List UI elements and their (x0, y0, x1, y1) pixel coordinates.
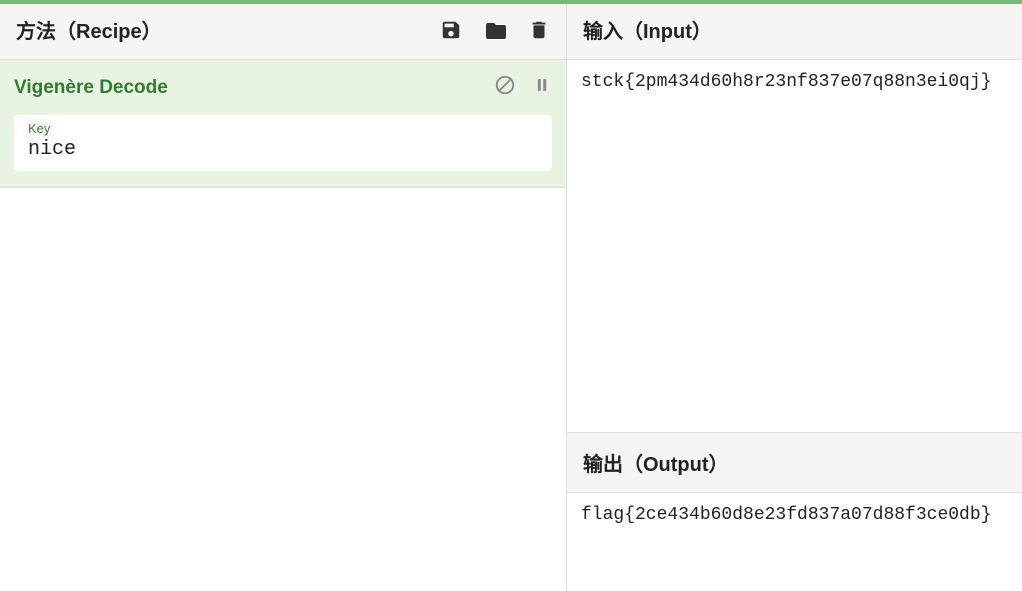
input-title: 输入（Input） (583, 15, 712, 44)
operation-name: Vigenère Decode (14, 77, 168, 99)
key-label: Key (28, 121, 538, 136)
io-panel: 输入（Input） stck{2pm434d60h8r23nf837e07q88… (567, 0, 1022, 591)
output-textarea[interactable]: flag{2ce434b60d8e23fd837a07d88f3ce0db} (567, 493, 1022, 591)
disable-icon[interactable] (494, 74, 516, 101)
recipe-header: 方法（Recipe） (0, 0, 566, 60)
key-input-field[interactable]: Key nice (14, 115, 552, 171)
output-title: 输出（Output） (583, 448, 729, 477)
recipe-header-icons (440, 19, 550, 41)
input-textarea[interactable]: stck{2pm434d60h8r23nf837e07q88n3ei0qj} (567, 60, 1022, 432)
save-icon[interactable] (440, 19, 462, 41)
operation-header: Vigenère Decode (14, 74, 552, 101)
output-section: 输出（Output） flag{2ce434b60d8e23fd837a07d8… (567, 432, 1022, 591)
recipe-title: 方法（Recipe） (16, 15, 162, 44)
recipe-panel: 方法（Recipe） Vigenère Decode (0, 0, 567, 591)
delete-icon[interactable] (528, 19, 550, 41)
input-header: 输入（Input） (567, 0, 1022, 60)
operation-vigenere-decode[interactable]: Vigenère Decode Key nice (0, 60, 566, 188)
pause-icon[interactable] (532, 75, 552, 100)
folder-icon[interactable] (484, 19, 506, 41)
input-section: 输入（Input） stck{2pm434d60h8r23nf837e07q88… (567, 0, 1022, 432)
key-value: nice (28, 138, 538, 161)
output-header: 输出（Output） (567, 433, 1022, 493)
operation-controls (494, 74, 552, 101)
